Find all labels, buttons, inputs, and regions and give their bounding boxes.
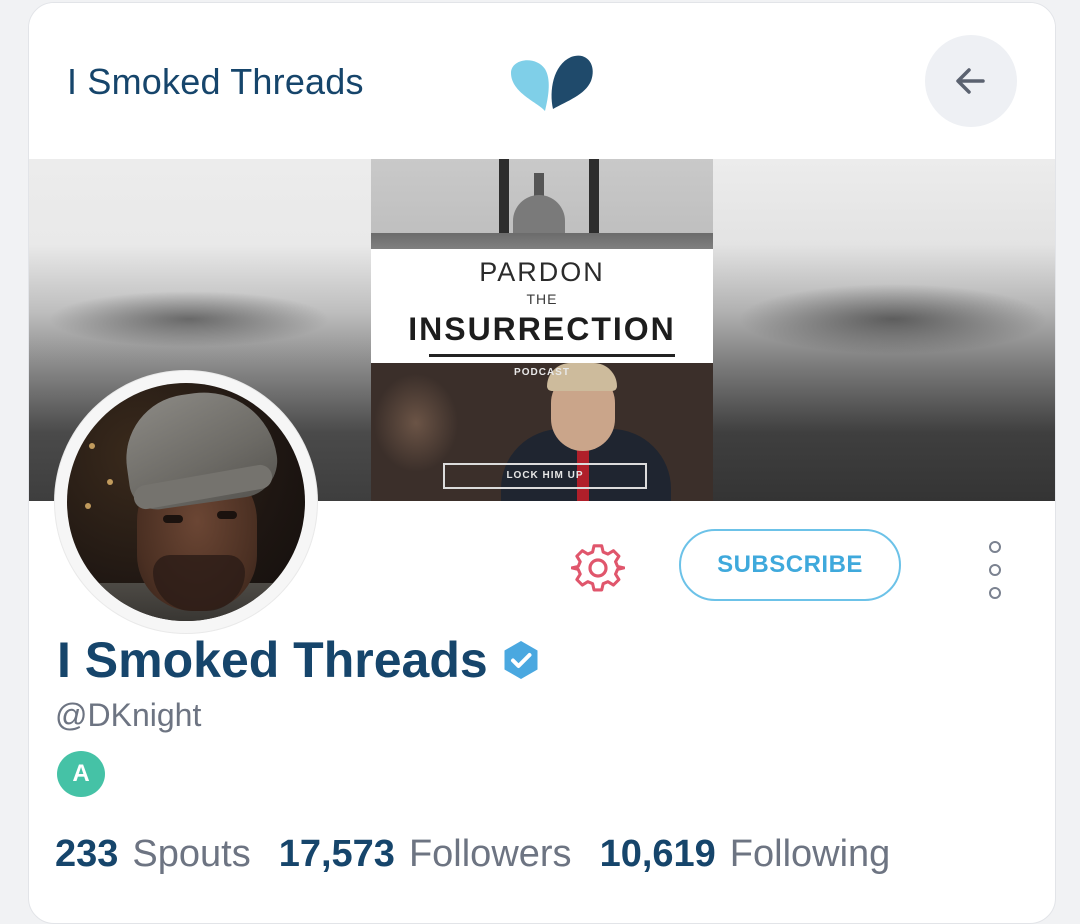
avatar[interactable] xyxy=(55,371,317,633)
avatar-bg-light xyxy=(89,443,95,449)
back-button[interactable] xyxy=(925,35,1017,127)
poster-lock-label: LOCK HIM UP xyxy=(443,463,647,489)
vertical-dots-icon xyxy=(989,541,1001,553)
vertical-dots-icon xyxy=(989,587,1001,599)
header-title: I Smoked Threads xyxy=(67,61,364,102)
profile-stats: 233 Spouts 17,573 Followers 10,619 Followin… xyxy=(55,833,890,876)
gear-icon[interactable] xyxy=(571,541,625,595)
stat-label: Following xyxy=(729,833,891,875)
profile-card: I Smoked Threads PARDON THE INSURRECTION xyxy=(28,2,1056,924)
avatar-photo xyxy=(67,383,305,621)
avatar-bg-light xyxy=(107,479,113,485)
poster-line-3: INSURRECTION xyxy=(408,311,676,347)
profile-name: I Smoked Threads xyxy=(57,632,488,688)
poster-podcast-label: PODCAST xyxy=(514,367,570,378)
profile-header: I Smoked Threads xyxy=(29,3,1055,159)
poster-line-2: THE xyxy=(526,291,558,307)
poster-rule xyxy=(429,354,675,357)
stat-count: 233 xyxy=(55,833,119,875)
stat-spouts[interactable]: 233 Spouts xyxy=(55,833,251,876)
stat-label: Followers xyxy=(408,833,572,875)
stat-followers[interactable]: 17,573 Followers xyxy=(279,833,572,876)
avatar-bg-light xyxy=(85,503,91,509)
verified-check-icon xyxy=(504,641,538,679)
more-options-button[interactable] xyxy=(983,539,1007,609)
profile-name-row: I Smoked Threads xyxy=(57,631,542,689)
spout-logo-icon xyxy=(511,55,593,111)
podcast-cover-image: PARDON THE INSURRECTION PODCAST LOCK HIM… xyxy=(371,159,713,501)
account-badge[interactable]: A xyxy=(57,751,105,797)
arrow-left-icon xyxy=(956,68,985,94)
stat-count: 17,573 xyxy=(278,833,395,875)
stat-count: 10,619 xyxy=(599,833,716,875)
avatar-eye xyxy=(217,511,237,519)
poster-line-1: PARDON xyxy=(479,257,605,287)
stat-label: Spouts xyxy=(132,833,251,875)
profile-handle: @DKnight xyxy=(55,697,202,733)
stat-following[interactable]: 10,619 Following xyxy=(600,833,891,876)
subscribe-button[interactable]: SUBSCRIBE xyxy=(679,529,901,601)
avatar-eye xyxy=(163,515,183,523)
banner-blur-right xyxy=(713,159,1055,501)
vertical-dots-icon xyxy=(989,564,1001,576)
